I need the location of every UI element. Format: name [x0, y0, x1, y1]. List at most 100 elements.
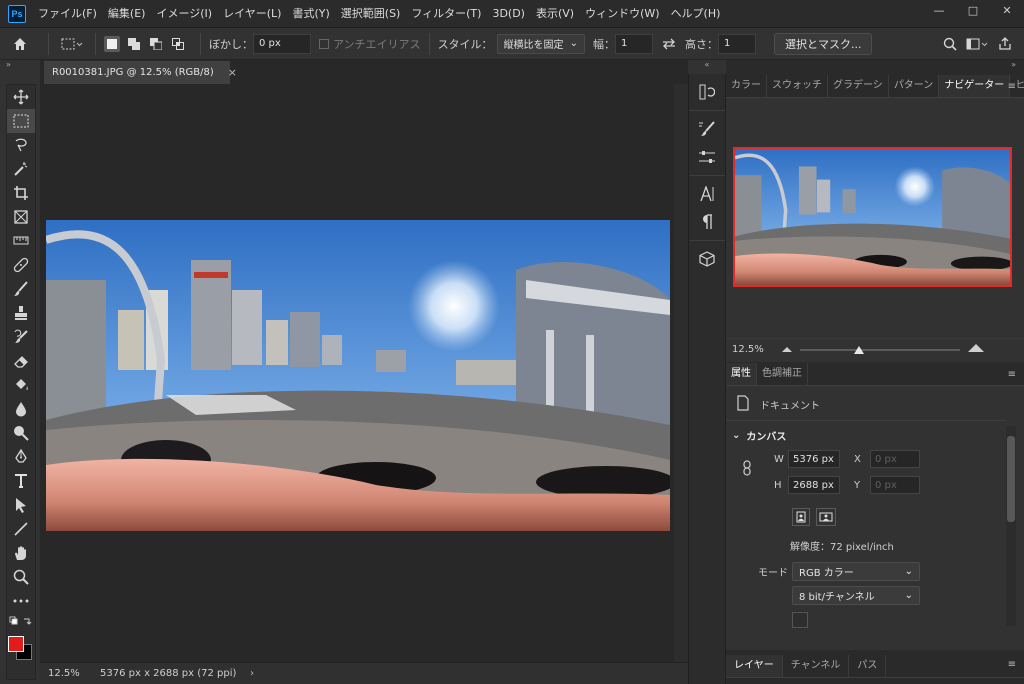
menu-type[interactable]: 書式(Y) — [288, 0, 333, 28]
layers-menu-icon[interactable]: ≡ — [1008, 659, 1016, 670]
pen-tool-icon[interactable] — [7, 445, 35, 469]
slider-thumb[interactable] — [854, 345, 864, 354]
canvas-y-field[interactable]: 0 px — [870, 476, 920, 494]
rectangular-marquee-tool-icon[interactable] — [7, 109, 35, 133]
tab-adjustments[interactable]: 色調補正 — [757, 363, 808, 385]
menu-layer[interactable]: レイヤー(L) — [219, 0, 285, 28]
menu-filter[interactable]: フィルター(T) — [407, 0, 485, 28]
more-tools-icon[interactable] — [7, 589, 35, 613]
hand-tool-icon[interactable] — [7, 541, 35, 565]
tab-color[interactable]: カラー — [726, 75, 767, 97]
crop-tool-icon[interactable] — [7, 181, 35, 205]
dodge-tool-icon[interactable] — [7, 421, 35, 445]
lasso-tool-icon[interactable] — [7, 133, 35, 157]
zoom-in-icon[interactable] — [968, 344, 984, 355]
portrait-icon[interactable] — [792, 508, 810, 526]
panorama-image[interactable] — [46, 220, 670, 531]
frame-tool-icon[interactable] — [7, 205, 35, 229]
tab-properties[interactable]: 属性 — [726, 363, 757, 385]
type-tool-icon[interactable] — [7, 469, 35, 493]
zoom-level[interactable]: 12.5% — [40, 668, 90, 679]
home-icon[interactable] — [0, 33, 40, 55]
tab-patterns[interactable]: パターン — [889, 75, 940, 97]
paragraph-icon[interactable] — [689, 208, 725, 236]
tab-navigator[interactable]: ナビゲーター — [939, 75, 1011, 97]
dock-collapse-icon[interactable]: « — [688, 60, 726, 74]
menu-image[interactable]: イメージ(I) — [152, 0, 216, 28]
properties-scrollbar[interactable] — [1006, 426, 1016, 626]
link-dimensions-icon[interactable] — [742, 460, 752, 476]
marquee-tool-preset-icon[interactable] — [57, 33, 87, 55]
brush-settings-icon[interactable] — [689, 115, 725, 143]
navigator-zoom-slider[interactable] — [800, 344, 960, 356]
character-icon[interactable] — [689, 180, 725, 208]
tab-paths[interactable]: パス — [849, 655, 887, 677]
tab-channels[interactable]: チャンネル — [783, 655, 850, 677]
blur-tool-icon[interactable] — [7, 397, 35, 421]
swap-dimensions-icon[interactable] — [653, 33, 685, 55]
maximize-button[interactable]: □ — [956, 0, 990, 20]
canvas-width-field[interactable]: 5376 px — [788, 450, 840, 468]
3d-icon[interactable] — [689, 245, 725, 273]
clone-stamp-tool-icon[interactable] — [7, 301, 35, 325]
line-tool-icon[interactable] — [7, 517, 35, 541]
menu-edit[interactable]: 編集(E) — [104, 0, 150, 28]
zoom-tool-icon[interactable] — [7, 565, 35, 589]
menu-3d[interactable]: 3D(D) — [488, 0, 529, 28]
menu-select[interactable]: 選択範囲(S) — [337, 0, 405, 28]
menu-help[interactable]: ヘルプ(H) — [667, 0, 725, 28]
canvas-section-header[interactable]: ⌄ カンバス — [732, 426, 786, 444]
search-icon[interactable] — [938, 33, 962, 55]
width-input[interactable]: 1 — [614, 33, 653, 54]
history-icon[interactable] — [689, 78, 725, 106]
navigator-preview[interactable] — [733, 147, 1012, 287]
scrollbar-thumb[interactable] — [1007, 436, 1015, 522]
canvas-scrollbar[interactable] — [674, 84, 688, 662]
healing-brush-tool-icon[interactable] — [7, 253, 35, 277]
menu-view[interactable]: 表示(V) — [532, 0, 578, 28]
magic-wand-tool-icon[interactable] — [7, 157, 35, 181]
path-selection-tool-icon[interactable] — [7, 493, 35, 517]
toolbar-collapse-icon[interactable]: » — [0, 60, 40, 70]
intersect-selection-icon[interactable] — [170, 36, 186, 52]
share-icon[interactable] — [992, 33, 1018, 55]
foreground-color-swatch[interactable] — [8, 636, 24, 652]
document-tab[interactable]: R0010381.JPG @ 12.5% (RGB/8) × — [44, 61, 237, 84]
tab-swatches[interactable]: スウォッチ — [767, 75, 828, 97]
close-button[interactable]: ✕ — [990, 0, 1024, 20]
workspace-icon[interactable] — [962, 33, 992, 55]
landscape-icon[interactable] — [816, 508, 836, 526]
add-selection-icon[interactable] — [126, 36, 142, 52]
feather-input[interactable]: 0 px — [253, 33, 311, 54]
move-tool-icon[interactable] — [7, 85, 35, 109]
navigator-zoom-value[interactable]: 12.5% — [726, 344, 782, 355]
status-menu-icon[interactable]: › — [250, 668, 254, 679]
canvas-color-swatch[interactable] — [792, 612, 808, 628]
brush-tool-icon[interactable] — [7, 277, 35, 301]
antialias-checkbox[interactable] — [319, 38, 329, 49]
minimize-button[interactable]: — — [922, 0, 956, 20]
tab-gradients[interactable]: グラデーシ — [828, 75, 889, 97]
eraser-tool-icon[interactable] — [7, 349, 35, 373]
brushes-icon[interactable] — [689, 143, 725, 171]
subtract-selection-icon[interactable] — [148, 36, 164, 52]
close-tab-icon[interactable]: × — [228, 66, 237, 79]
panel-menu-icon[interactable]: ≡ — [1008, 81, 1016, 92]
properties-menu-icon[interactable]: ≡ — [1008, 369, 1016, 380]
panel-collapse-icon[interactable]: » — [1011, 60, 1016, 69]
new-selection-icon[interactable] — [104, 35, 120, 52]
tab-layers[interactable]: レイヤー — [726, 655, 783, 677]
ruler-tool-icon[interactable] — [7, 229, 35, 253]
zoom-out-icon[interactable] — [782, 344, 792, 355]
height-input[interactable]: 1 — [717, 33, 756, 54]
menu-file[interactable]: ファイル(F) — [34, 0, 101, 28]
color-mode-select[interactable]: RGB カラー ⌄ — [792, 562, 920, 581]
menu-window[interactable]: ウィンドウ(W) — [581, 0, 663, 28]
canvas-x-field[interactable]: 0 px — [870, 450, 920, 468]
select-and-mask-button[interactable]: 選択とマスク... — [773, 32, 873, 55]
style-select[interactable]: 縦横比を固定 ⌄ — [496, 33, 585, 54]
default-colors-icon[interactable] — [7, 613, 35, 631]
bit-depth-select[interactable]: 8 bit/チャンネル ⌄ — [792, 586, 920, 605]
history-brush-tool-icon[interactable] — [7, 325, 35, 349]
canvas-height-field[interactable]: 2688 px — [788, 476, 840, 494]
